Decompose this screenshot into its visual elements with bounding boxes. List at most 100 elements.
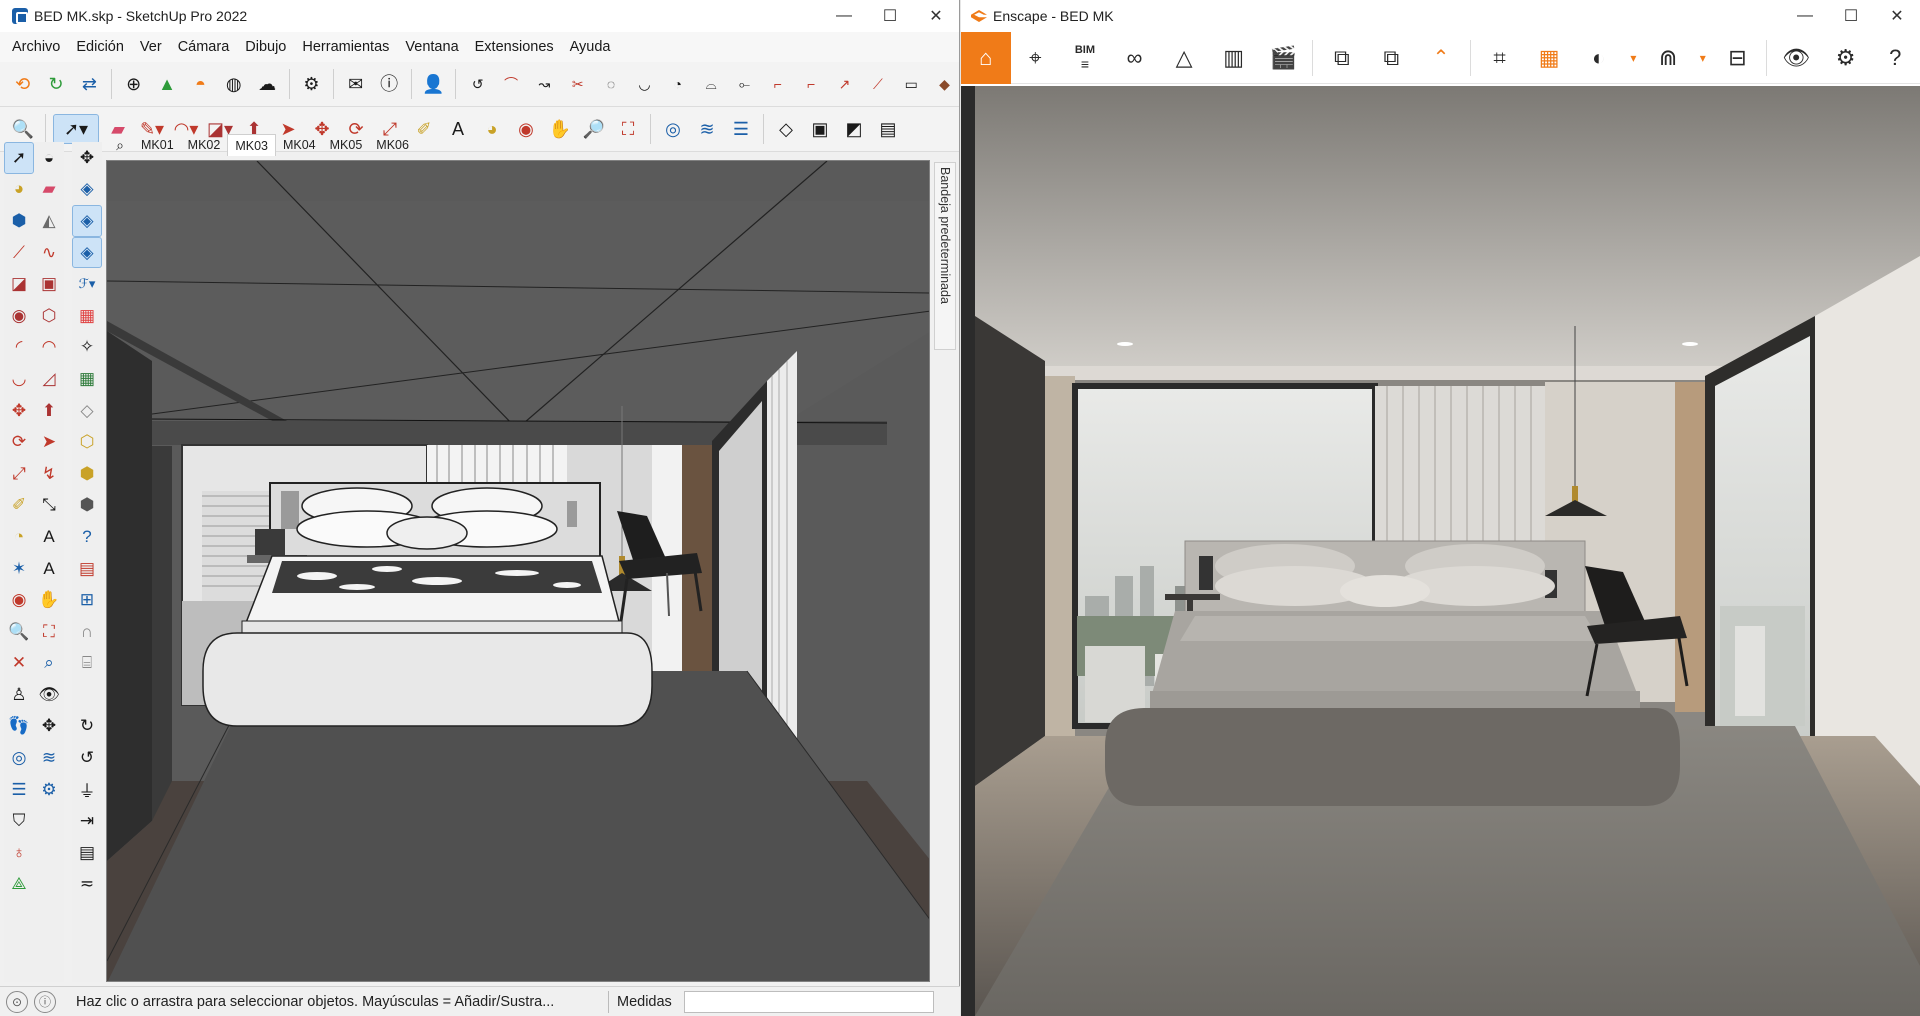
styles-icon[interactable]: ◩	[839, 114, 869, 144]
enscape-render-viewport[interactable]	[975, 86, 1920, 1016]
curve-tool-5-icon[interactable]: ◌	[596, 69, 625, 99]
lt-section-icon[interactable]: ✥	[34, 711, 64, 743]
lt-arc2-icon[interactable]: ◠	[34, 332, 64, 364]
section-plane-icon[interactable]: ◇	[771, 114, 801, 144]
sunset-icon[interactable]: ◓	[186, 69, 215, 99]
search-icon[interactable]: 🔍	[8, 114, 38, 144]
lt-dimension-icon[interactable]: ⤡	[34, 490, 64, 522]
lt-zoom-icon[interactable]: 🔍	[4, 616, 34, 648]
cloud-upload-icon[interactable]: ☁	[252, 69, 281, 99]
section-dropdown-icon[interactable]: ▾	[1623, 32, 1643, 84]
lt-move-icon[interactable]: ✥	[4, 395, 34, 427]
mail-icon[interactable]: ✉	[341, 69, 370, 99]
menu-ver[interactable]: Ver	[132, 39, 170, 55]
lt-orbit-icon[interactable]: ◒	[34, 142, 64, 174]
map-icon[interactable]: ⌗	[1475, 32, 1525, 84]
text-tool-icon[interactable]: A	[443, 114, 473, 144]
ls-export-icon[interactable]: ⇥	[72, 805, 102, 837]
lt-scale-icon[interactable]: ⤢	[4, 458, 34, 490]
ls-map-icon[interactable]: ▦	[72, 363, 102, 395]
credits-icon[interactable]: ⓘ	[34, 990, 56, 1013]
lt-sandbox-icon[interactable]: ⟁	[4, 869, 34, 901]
lt-polygon-icon[interactable]: ⬡	[34, 300, 64, 332]
menu-camara[interactable]: Cámara	[170, 39, 238, 55]
menu-ventana[interactable]: Ventana	[397, 39, 466, 55]
lt-arc3-icon[interactable]: ◡	[4, 363, 34, 395]
lt-zoom-window-icon[interactable]: ⛶	[34, 616, 64, 648]
select-tool-icon[interactable]: ➚▾	[53, 114, 99, 144]
lt-freehand-icon[interactable]: ∿	[34, 237, 64, 269]
menu-herramientas[interactable]: Herramientas	[294, 39, 397, 55]
minimize-button[interactable]: —	[821, 0, 867, 32]
curve-tool-15-icon[interactable]: ◆	[930, 69, 959, 99]
checker-sphere-icon[interactable]: ◍	[219, 69, 248, 99]
tree-icon[interactable]: ▲	[152, 69, 181, 99]
buildings-icon[interactable]: ▥	[1209, 32, 1259, 84]
curve-tool-9-icon[interactable]: ⟜	[730, 69, 759, 99]
lt-orbit2-icon[interactable]: ◉	[4, 584, 34, 616]
site-context-icon[interactable]: △	[1159, 32, 1209, 84]
ls-box2-icon[interactable]: ◈	[72, 205, 102, 237]
lt-line-icon[interactable]: ⟋	[4, 237, 34, 269]
scene-tab-mk05[interactable]: MK05	[323, 134, 370, 156]
curve-tool-6-icon[interactable]: ◡	[630, 69, 659, 99]
menu-ayuda[interactable]: Ayuda	[562, 39, 619, 55]
lt-layout-icon[interactable]: ☰	[4, 774, 34, 806]
section-cube-icon[interactable]: ◐	[1574, 32, 1624, 84]
default-tray-tab[interactable]: Bandeja predeterminada	[934, 162, 956, 350]
lt-zoom-extents-icon[interactable]: ✕	[4, 648, 34, 680]
lt-look-around-icon[interactable]: 👁	[34, 679, 64, 711]
curve-tool-3-icon[interactable]: ↝	[530, 69, 559, 99]
curve-tool-13-icon[interactable]: ⟋	[863, 69, 892, 99]
scene-search-icon[interactable]: ⌕	[106, 137, 134, 154]
binoculars-icon[interactable]: ∞	[1110, 32, 1160, 84]
curve-tool-11-icon[interactable]: ⌐	[796, 69, 825, 99]
info-icon[interactable]: ⓘ	[374, 69, 403, 99]
bim-button[interactable]: BIM ≡	[1060, 32, 1110, 84]
zoom-icon[interactable]: 🔎	[579, 114, 609, 144]
lt-previous-icon[interactable]: ⌕	[34, 648, 64, 680]
lt-pushpull-icon[interactable]: ⬆	[34, 395, 64, 427]
lt-ext-warehouse-icon[interactable]: ≋	[34, 742, 64, 774]
ls-sparkle-icon[interactable]: ✧	[72, 332, 102, 364]
geo-location-icon[interactable]: ⊙	[6, 990, 28, 1013]
ls-cube3-icon[interactable]: ⬢	[72, 490, 102, 522]
enscape-close-button[interactable]: ✕	[1874, 0, 1920, 32]
ls-box3-icon[interactable]: ◈	[72, 236, 102, 269]
curve-tool-2-icon[interactable]: ⌒	[496, 69, 525, 99]
section-display-icon[interactable]: ▣	[805, 114, 835, 144]
ls-plane-icon[interactable]: ◇	[72, 395, 102, 427]
ls-grid-icon[interactable]: ▤	[72, 553, 102, 585]
lt-shield-icon[interactable]: ⛉	[4, 805, 34, 837]
ls-window-icon[interactable]: ⊞	[72, 584, 102, 616]
measure-input[interactable]	[683, 990, 934, 1013]
scene-tab-mk01[interactable]: MK01	[134, 134, 181, 156]
ls-box1-icon[interactable]: ◈	[72, 174, 102, 206]
sketchup-viewport[interactable]	[106, 160, 930, 982]
collapse-up-icon[interactable]: ⌃	[1416, 32, 1466, 84]
ls-collapse-icon[interactable]: ≂	[72, 869, 102, 901]
scene-tab-mk06[interactable]: MK06	[369, 134, 416, 156]
extension-warehouse-icon[interactable]: ≋	[692, 114, 722, 144]
scene-tab-mk02[interactable]: MK02	[181, 134, 228, 156]
lt-axes-icon[interactable]: ✶	[4, 553, 34, 585]
maximize-button[interactable]: ☐	[867, 0, 913, 32]
enscape-logo-icon[interactable]: ⟲	[8, 69, 37, 99]
add-circle-icon[interactable]: ⊕	[119, 69, 148, 99]
scene-tab-mk03[interactable]: MK03	[227, 134, 276, 156]
layout-icon[interactable]: ☰	[726, 114, 756, 144]
paint-bucket-icon[interactable]: ◕	[477, 114, 507, 144]
lt-eraser-icon[interactable]: ▰	[34, 174, 64, 206]
user-icon[interactable]: 👤	[419, 69, 448, 99]
render-export-icon[interactable]: ⧉	[1317, 32, 1367, 84]
lt-tape-icon[interactable]: ✐	[4, 490, 34, 522]
asset-library-icon[interactable]: ⋒	[1643, 32, 1693, 84]
menu-archivo[interactable]: Archivo	[4, 39, 68, 55]
asset-dropdown-icon[interactable]: ▾	[1693, 32, 1713, 84]
lt-select-icon[interactable]: ➚	[4, 142, 34, 174]
visual-settings-icon[interactable]: 👁	[1771, 32, 1821, 84]
lt-position-camera-icon[interactable]: ♙	[4, 679, 34, 711]
lt-pie-icon[interactable]: ◿	[34, 363, 64, 395]
curve-tool-1-icon[interactable]: ↺	[463, 69, 492, 99]
zoom-extents-icon[interactable]: ⛶	[613, 114, 643, 144]
